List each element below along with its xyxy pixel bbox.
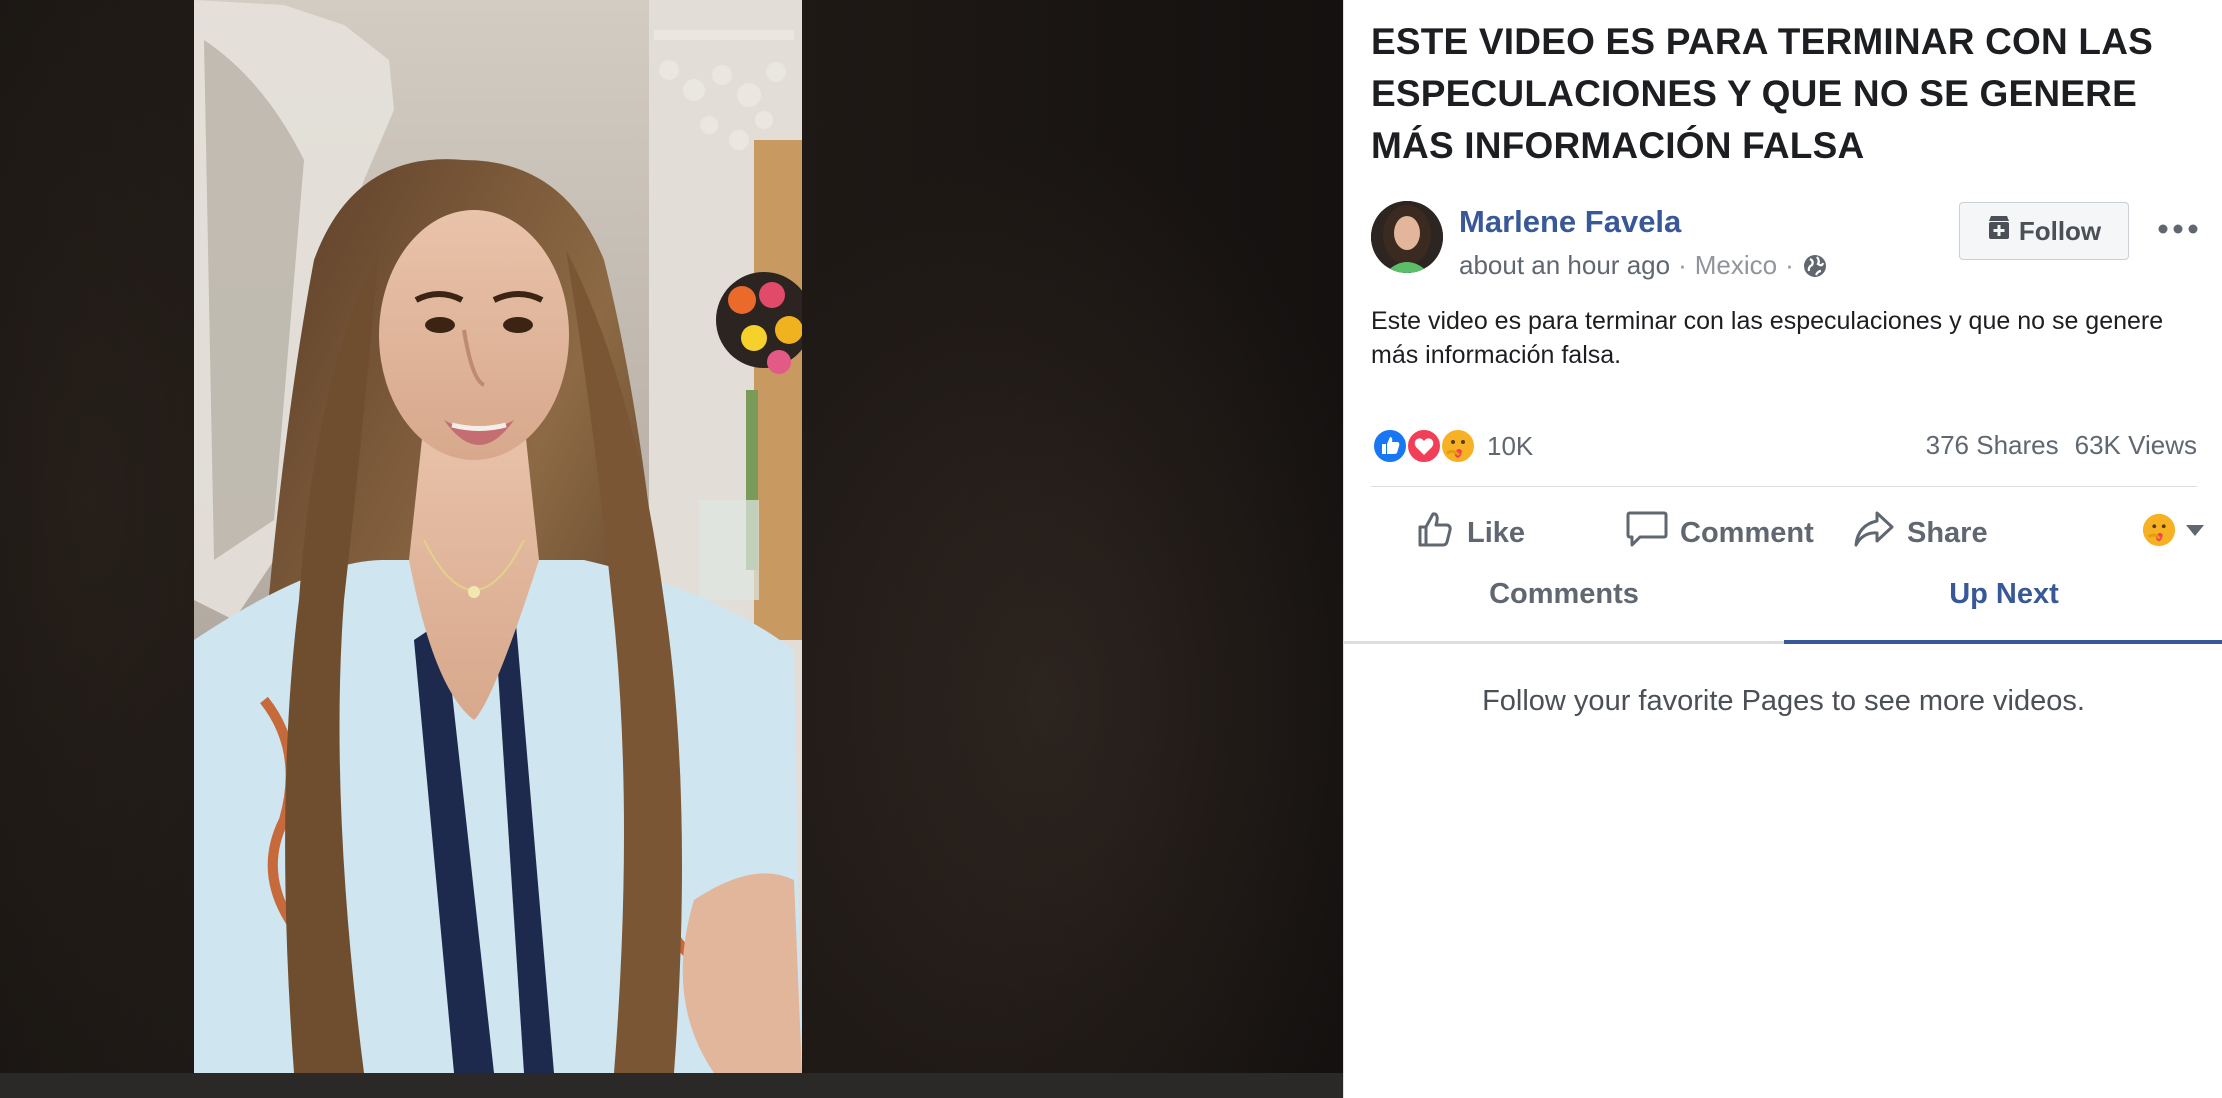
page: ESTE VIDEO ES PARA TERMINAR CON LAS ESPE… [0, 0, 2222, 1098]
like-button[interactable]: Like [1415, 508, 1525, 558]
share-label: Share [1907, 516, 1988, 549]
post-time[interactable]: about an hour ago [1459, 250, 1670, 281]
divider [1371, 486, 2197, 487]
post-location[interactable]: Mexico [1695, 250, 1777, 281]
more-options-icon[interactable] [2156, 212, 2200, 246]
author-avatar[interactable] [1371, 201, 1443, 273]
care-reaction-icon [1439, 427, 1477, 465]
follow-label: Follow [2018, 215, 2102, 246]
post-meta: about an hour ago · Mexico · [1459, 250, 1828, 281]
post-panel: ESTE VIDEO ES PARA TERMINAR CON LAS ESPE… [1343, 0, 2222, 1098]
globe-icon[interactable] [1802, 253, 1828, 279]
comment-label: Comment [1680, 516, 1814, 549]
follow-button[interactable]: Follow [1959, 202, 2129, 260]
engagement-stats: 376 Shares 63K Views [1926, 430, 2197, 461]
like-reaction-icon [1371, 427, 1409, 465]
meta-separator: · [1785, 250, 1794, 280]
follow-page-icon [1987, 215, 2011, 248]
post-description: Este video es para terminar con las espe… [1371, 307, 2164, 369]
author-name-link[interactable]: Marlene Favela [1459, 204, 1681, 240]
share-button[interactable]: Share [1853, 508, 1988, 558]
reaction-icons [1371, 427, 1476, 465]
panel-tabs: Comments Up Next [1344, 566, 2222, 644]
comment-button[interactable]: Comment [1626, 508, 1814, 558]
avatar-image [1371, 201, 1443, 273]
video-player[interactable] [0, 0, 1343, 1098]
like-icon [1415, 509, 1455, 557]
like-label: Like [1467, 516, 1526, 549]
up-next-empty-message: Follow your favorite Pages to see more v… [1482, 685, 2085, 717]
share-icon [1853, 509, 1895, 557]
action-bar: Like Comment Share [1371, 500, 2204, 566]
views-count: 63K Views [2074, 430, 2197, 460]
tab-comments[interactable]: Comments [1344, 566, 1784, 641]
reaction-selector[interactable] [2141, 512, 2205, 553]
video-still-image [194, 0, 802, 1073]
chevron-down-icon [2185, 523, 2205, 542]
meta-separator: · [1678, 250, 1687, 280]
video-frame[interactable] [194, 0, 802, 1073]
comment-icon [1626, 509, 1668, 557]
care-reaction-icon [2141, 512, 2177, 553]
tab-up-next[interactable]: Up Next [1784, 566, 2222, 644]
video-controls-bar[interactable] [0, 1073, 1343, 1098]
post-title: ESTE VIDEO ES PARA TERMINAR CON LAS ESPE… [1371, 21, 2154, 166]
reactions-count: 10K [1487, 430, 1534, 461]
shares-count-link[interactable]: 376 Shares [1926, 430, 2059, 461]
love-reaction-icon [1405, 427, 1443, 465]
reactions-summary[interactable]: 10K [1371, 424, 1533, 468]
